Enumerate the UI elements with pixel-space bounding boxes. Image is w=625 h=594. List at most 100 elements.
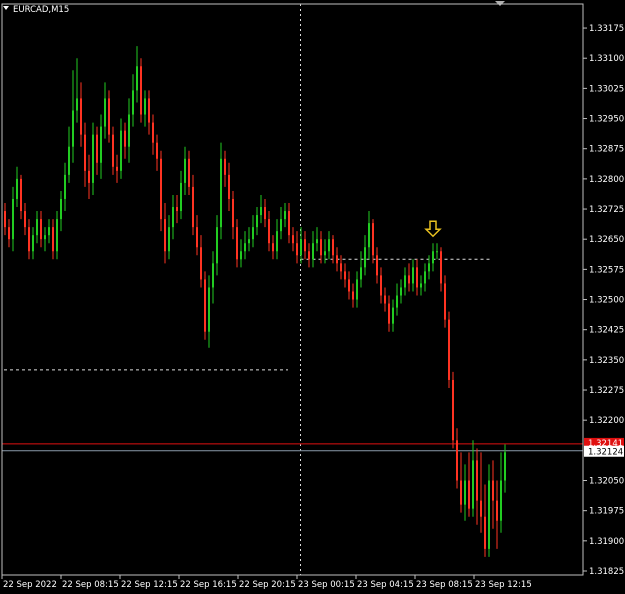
candle-body [20,178,22,212]
candle-body [124,130,126,147]
candle-body [216,227,218,264]
candle-body [176,207,178,212]
candle-body [128,114,130,147]
candle-body [488,480,490,549]
price-chart[interactable]: 1.33175 1.33100 1.33025 1.32950 1.32875 1.328… [0,0,625,594]
candle-body [284,211,286,220]
candle-body [492,480,494,501]
candle [204,271,206,340]
candle-body [356,279,358,300]
candle-body [36,219,38,236]
symbol-label: EURCAD,M15 [13,5,69,15]
candle-body [436,251,438,253]
candle-body [148,98,150,123]
candle-body [344,271,346,280]
candle-body [160,158,162,220]
candle-body [320,239,322,256]
candle-body [280,219,282,232]
candle-body [92,134,94,183]
candle-body [340,263,342,272]
candle-body [172,207,174,228]
candle-body [500,480,502,521]
candle-body [228,174,230,199]
candle-body [188,158,190,187]
candle-body [72,110,74,147]
candle-body [464,480,466,505]
candle-body [256,215,258,228]
time-tick-label: 22 Sep 20:15 [239,580,296,590]
candle-body [336,255,338,264]
price-tick-label: 1.32425 [589,326,624,336]
candle-body [8,227,10,240]
candle-body [296,243,298,256]
candle-body [272,243,274,252]
candle-body [292,235,294,244]
candle [452,371,454,449]
price-tick-label: 1.32725 [589,205,624,215]
candle-body [196,227,198,248]
candle-body [212,263,214,288]
candle-body [248,239,250,244]
candle-body [416,267,418,288]
candle-body [304,239,306,252]
candle-body [76,98,78,111]
candle-body [288,211,290,236]
candle-body [316,239,318,244]
candle-body [428,263,430,272]
candle-body [360,267,362,280]
price-tick-label: 1.31825 [589,567,624,577]
candle-body [244,243,246,252]
candle-body [468,480,470,509]
price-tick-label: 1.31900 [589,537,624,547]
candle-body [236,227,238,260]
candle-body [388,303,390,324]
candle-body [496,500,498,521]
candle-body [452,379,454,441]
price-tick-label: 1.32200 [589,416,624,426]
candle-body [204,279,206,332]
candle-body [456,440,458,481]
candle [160,150,162,232]
candle-body [24,211,26,228]
candle-body [152,122,154,143]
candle-body [180,182,182,212]
candle-body [260,207,262,216]
candle-body [116,166,118,171]
candle-body [40,219,42,240]
candle-body [396,295,398,308]
candle-body [144,98,146,115]
candle-body [376,255,378,276]
candle-body [432,251,434,264]
candle-body [324,251,326,256]
candle-body [308,251,310,260]
candle-body [112,134,114,167]
price-tick-label: 1.33025 [589,84,624,94]
candle-body [200,247,202,280]
time-tick-label: 22 Sep 08:15 [62,580,119,590]
candle-body [132,90,134,115]
price-tick-label: 1.33100 [589,54,624,64]
candle-body [276,231,278,252]
candle-body [312,243,314,260]
candle-body [268,219,270,244]
candle-body [240,251,242,260]
candle-body [420,283,422,288]
candle-body [424,271,426,284]
candle-body [220,158,222,228]
candle-body [400,287,402,296]
price-tick-label: 1.32050 [589,477,624,487]
candle-body [80,98,82,135]
time-tick-label: 22 Sep 2022 [3,580,57,590]
candle-body [140,66,142,115]
time-tick-label: 22 Sep 16:15 [180,580,237,590]
candle-body [504,452,506,481]
candle-body [60,198,62,220]
candle-body [412,267,414,284]
candle-body [372,223,374,256]
price-tick-label: 1.33175 [589,24,624,34]
candle-body [476,460,478,501]
candle-body [164,219,166,252]
candle-body [84,134,86,171]
price-tick-label: 1.31975 [589,507,624,517]
candle-body [332,239,334,256]
